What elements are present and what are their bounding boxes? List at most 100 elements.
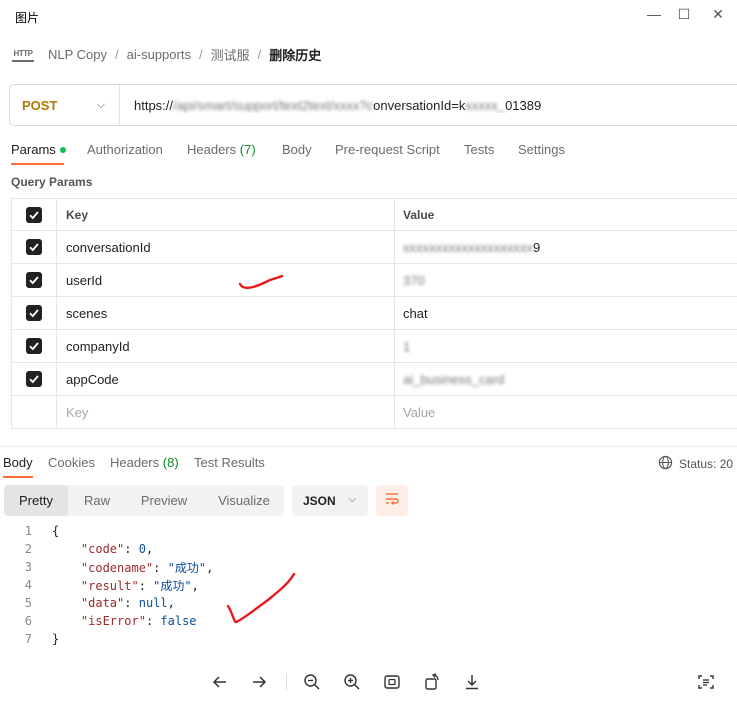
tab-pre-request-script[interactable]: Pre-request Script bbox=[335, 142, 440, 157]
column-header-key: Key bbox=[57, 199, 395, 230]
row-checkbox[interactable] bbox=[26, 338, 42, 354]
breadcrumb-separator: / bbox=[198, 46, 203, 62]
new-param-value-input[interactable]: Value bbox=[395, 396, 737, 428]
breadcrumb-item-folder[interactable]: ai-supports bbox=[127, 47, 191, 62]
maximize-button[interactable]: ☐ bbox=[670, 4, 698, 24]
param-key-input[interactable]: conversationId bbox=[57, 231, 395, 263]
breadcrumb-current-request[interactable]: 删除历史 bbox=[269, 45, 321, 64]
param-value-text: 9 bbox=[533, 239, 541, 255]
tab-headers-count: (7) bbox=[239, 142, 256, 157]
code-text: "isError": false bbox=[80, 614, 197, 628]
table-row: companyId 1 bbox=[11, 330, 737, 363]
code-line: 5 "data": null, bbox=[0, 594, 737, 612]
select-all-checkbox[interactable] bbox=[26, 206, 42, 223]
response-body-editor[interactable]: 1{ 2 "code": 0, 3 "codename": "成功", 4 "r… bbox=[0, 522, 737, 648]
http-request-icon: HTTP bbox=[12, 46, 34, 62]
json-punct: , bbox=[145, 542, 154, 556]
zoom-out-icon[interactable] bbox=[300, 670, 324, 694]
view-mode-preview[interactable]: Preview bbox=[128, 485, 200, 516]
arrow-right-icon[interactable] bbox=[247, 670, 271, 694]
response-status: Status: 20 bbox=[658, 455, 733, 473]
response-tab-headers-label: Headers bbox=[110, 455, 160, 470]
param-value-input[interactable]: xxxxxxxxxxxxxxxxxxxx 9 bbox=[395, 231, 737, 263]
code-text: { bbox=[52, 524, 60, 538]
active-tab-underline bbox=[11, 163, 64, 165]
url-redacted: /api/smart/support/text2text/xxxx?c bbox=[173, 97, 374, 113]
response-tab-body[interactable]: Body bbox=[3, 455, 33, 470]
url-redacted: xxxxx_ bbox=[465, 97, 506, 113]
table-row: userId 370 bbox=[11, 264, 737, 297]
param-value-input[interactable]: ai_business_card bbox=[395, 363, 737, 395]
code-text: "data": null, bbox=[80, 596, 175, 610]
param-key-input[interactable]: companyId bbox=[57, 330, 395, 362]
download-icon[interactable] bbox=[460, 670, 484, 694]
table-header-row: Key Value bbox=[11, 198, 737, 231]
line-number: 5 bbox=[24, 596, 32, 610]
method-select[interactable]: POST ⌵ bbox=[10, 85, 120, 125]
minimize-button[interactable]: — bbox=[640, 4, 668, 24]
row-checkbox[interactable] bbox=[26, 239, 42, 255]
row-checkbox[interactable] bbox=[26, 371, 42, 387]
code-line: 4 "result": "成功", bbox=[0, 576, 737, 594]
query-params-label: Query Params bbox=[11, 175, 93, 189]
url-start: https:// bbox=[134, 97, 174, 113]
new-param-key-input[interactable]: Key bbox=[57, 396, 395, 428]
wrap-lines-button[interactable] bbox=[376, 485, 408, 516]
tab-settings[interactable]: Settings bbox=[518, 142, 565, 157]
tab-params[interactable]: Params bbox=[11, 142, 66, 157]
param-key-input[interactable]: appCode bbox=[57, 363, 395, 395]
fit-screen-icon[interactable] bbox=[380, 670, 404, 694]
tab-authorization[interactable]: Authorization bbox=[87, 142, 163, 157]
zoom-in-icon[interactable] bbox=[340, 670, 364, 694]
view-mode-pretty[interactable]: Pretty bbox=[4, 485, 68, 516]
param-value-input[interactable]: 370 bbox=[395, 264, 737, 296]
json-key: "isError" bbox=[80, 614, 146, 628]
line-number: 4 bbox=[24, 578, 32, 592]
view-mode-visualize[interactable]: Visualize bbox=[206, 485, 282, 516]
window-title: 图片 bbox=[15, 11, 40, 25]
param-key-input[interactable]: scenes bbox=[57, 297, 395, 329]
wrap-lines-icon bbox=[384, 492, 400, 509]
json-key: "codename" bbox=[80, 560, 154, 575]
rotate-icon[interactable] bbox=[420, 670, 444, 694]
breadcrumb-item-collection[interactable]: NLP Copy bbox=[48, 47, 107, 62]
tab-tests[interactable]: Tests bbox=[464, 142, 494, 157]
tab-headers[interactable]: Headers (7) bbox=[187, 142, 256, 157]
tab-headers-label: Headers bbox=[187, 142, 237, 157]
param-value-input[interactable]: chat bbox=[395, 297, 737, 329]
tab-body[interactable]: Body bbox=[282, 142, 312, 157]
response-tab-headers[interactable]: Headers (8) bbox=[110, 455, 179, 470]
url-input[interactable]: https:///api/smart/support/text2text/xxx… bbox=[120, 98, 541, 113]
table-row: appCode ai_business_card bbox=[11, 363, 737, 396]
close-button[interactable]: ✕ bbox=[704, 4, 732, 24]
breadcrumb: HTTP NLP Copy / ai-supports / 测试服 / 删除历史 bbox=[12, 44, 321, 64]
response-tab-cookies[interactable]: Cookies bbox=[48, 455, 95, 470]
json-value: "成功" bbox=[167, 560, 207, 575]
format-label: JSON bbox=[303, 493, 336, 508]
breadcrumb-item-subfolder[interactable]: 测试服 bbox=[211, 45, 250, 64]
arrow-left-icon[interactable] bbox=[208, 670, 232, 694]
json-key: "result" bbox=[80, 578, 139, 593]
format-select[interactable]: JSON ⌵ bbox=[292, 485, 368, 516]
globe-icon[interactable] bbox=[658, 455, 673, 473]
url-tail: 01389 bbox=[505, 97, 542, 113]
text-recognition-icon[interactable] bbox=[694, 670, 718, 694]
param-key-input[interactable]: userId bbox=[57, 264, 395, 296]
code-text: } bbox=[52, 632, 60, 646]
table-row-new: Key Value bbox=[11, 396, 737, 429]
code-line: 6 "isError": false bbox=[0, 612, 737, 630]
json-punct: , bbox=[191, 578, 199, 593]
method-label: POST bbox=[22, 97, 58, 113]
view-mode-raw[interactable]: Raw bbox=[70, 485, 124, 516]
line-number: 7 bbox=[24, 632, 32, 646]
json-value: "成功" bbox=[153, 578, 192, 593]
viewer-toolbar bbox=[0, 664, 737, 700]
request-url-bar: POST ⌵ https:///api/smart/support/text2t… bbox=[9, 84, 737, 126]
json-punct: , bbox=[206, 560, 214, 575]
active-indicator-dot bbox=[59, 146, 66, 153]
param-value-input[interactable]: 1 bbox=[395, 330, 737, 362]
row-checkbox[interactable] bbox=[26, 305, 42, 321]
row-checkbox[interactable] bbox=[26, 272, 42, 288]
line-number: 2 bbox=[24, 542, 32, 556]
response-tab-test-results[interactable]: Test Results bbox=[194, 455, 265, 470]
